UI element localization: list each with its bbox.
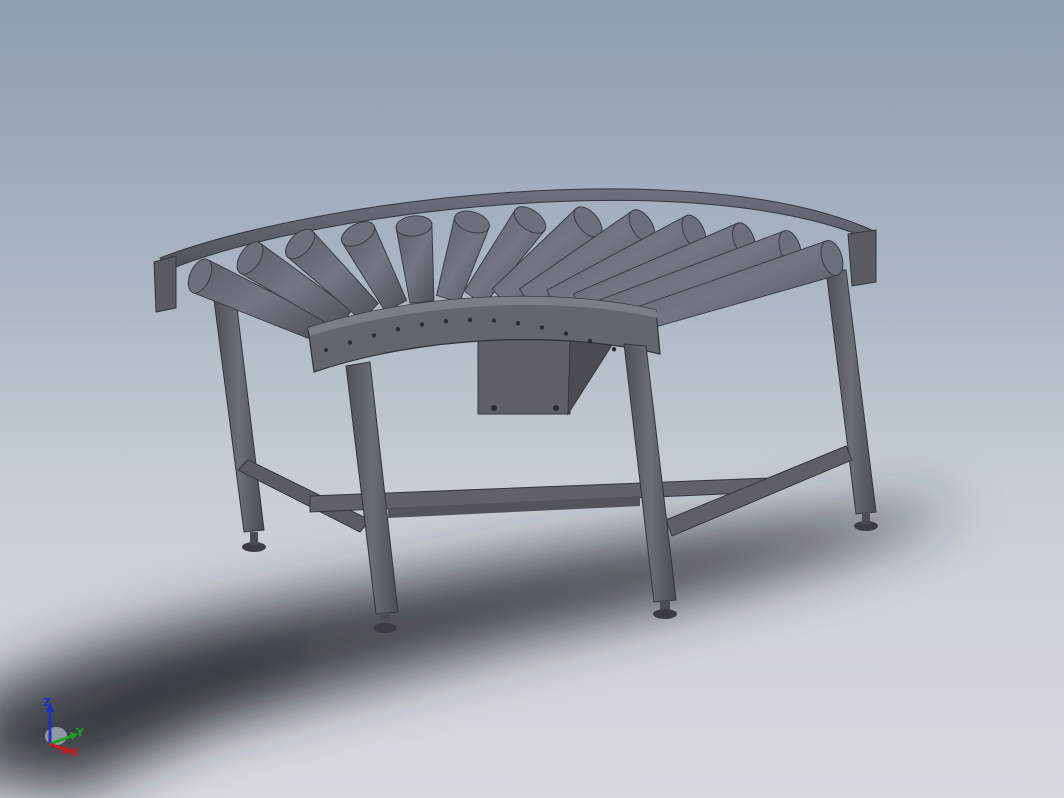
drive-box <box>477 337 613 416</box>
axis-triad: Z Y X <box>43 696 85 759</box>
rail-hole <box>443 319 449 324</box>
rail-hole <box>611 347 617 352</box>
rail-hole <box>491 318 497 323</box>
model-scene[interactable] <box>0 0 1064 798</box>
rail-hole <box>467 317 473 323</box>
rail-hole <box>371 333 377 338</box>
rail-hole <box>539 325 545 330</box>
y-axis-label: Y <box>75 726 85 739</box>
lower-frame <box>237 445 853 537</box>
rail-hole <box>515 320 521 326</box>
floor-shadow <box>0 505 960 798</box>
back-left-leg <box>213 299 266 552</box>
rail-hole <box>587 338 593 344</box>
rail-hole <box>563 331 569 336</box>
x-axis <box>49 742 67 752</box>
rail-hole <box>395 327 401 332</box>
3d-viewport[interactable]: Z Y X <box>0 0 1064 798</box>
rail-hole <box>419 322 425 327</box>
z-axis-label: Z <box>43 696 51 709</box>
back-right-leg <box>825 269 878 531</box>
rail-hole <box>347 340 353 345</box>
x-axis-label: X <box>70 746 79 759</box>
rail-hole <box>323 347 329 353</box>
